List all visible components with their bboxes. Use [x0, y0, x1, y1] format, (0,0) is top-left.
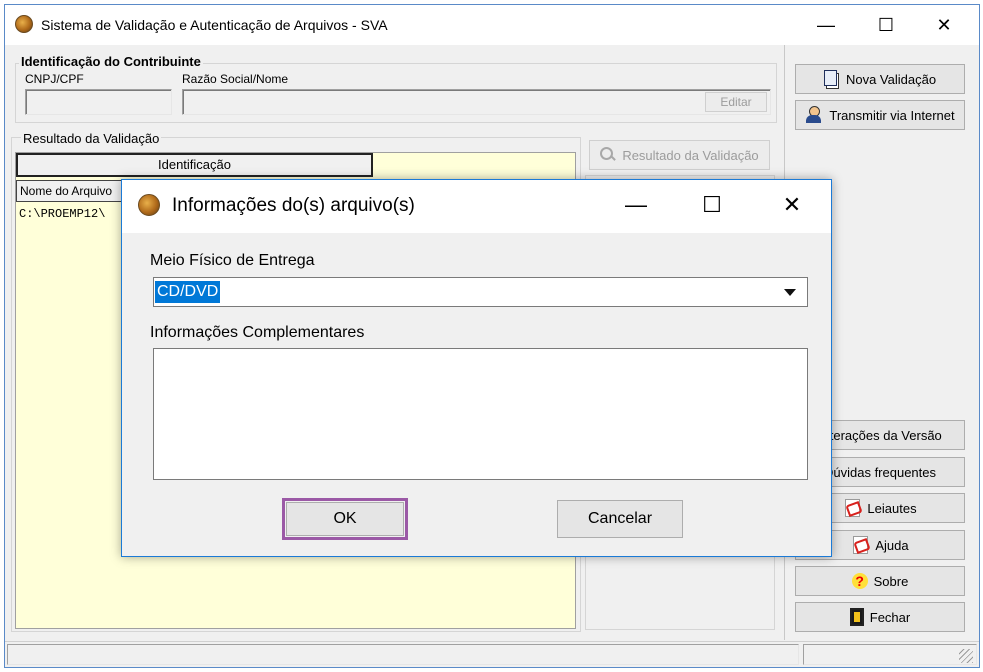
meio-fisico-value: CD/DVD	[155, 281, 221, 303]
nova-validacao-button[interactable]: Nova Validação	[795, 64, 965, 94]
dialog-maximize-button[interactable]: ☐	[692, 190, 732, 220]
chevron-down-icon[interactable]	[784, 289, 796, 296]
dialog-close-button[interactable]: ✕	[772, 190, 812, 220]
nome-arquivo-header[interactable]: Nome do Arquivo	[16, 180, 124, 202]
sobre-label: Sobre	[873, 573, 909, 589]
minimize-button[interactable]: —	[809, 13, 843, 37]
resultado-validacao-label: Resultado da Validação	[622, 147, 759, 163]
resultado-group-title: Resultado da Validação	[21, 131, 162, 146]
fechar-button[interactable]: Fechar	[795, 602, 965, 632]
file-path-cell[interactable]: C:\PROEMP12\	[19, 207, 123, 221]
main-window-title: Sistema de Validação e Autenticação de A…	[41, 17, 388, 33]
alteracoes-versao-label: Alterações da Versão	[818, 427, 942, 443]
app-logo-icon	[15, 15, 33, 33]
maximize-button[interactable]: ☐	[869, 13, 903, 37]
question-icon: ?	[851, 573, 868, 589]
leiautes-label: Leiautes	[867, 500, 917, 516]
document-icon	[823, 70, 840, 89]
meio-fisico-label: Meio Físico de Entrega	[150, 252, 315, 269]
edit-button[interactable]: Editar	[705, 92, 767, 112]
transmitir-button[interactable]: Transmitir via Internet	[795, 100, 965, 130]
close-button[interactable]: ✕	[927, 13, 961, 37]
pdf-icon	[843, 499, 861, 517]
cnpj-label: CNPJ/CPF	[25, 72, 84, 86]
ok-button[interactable]: OK	[286, 502, 404, 536]
status-panel-main	[7, 644, 799, 665]
nova-validacao-label: Nova Validação	[845, 71, 937, 87]
contribuinte-group-title: Identificação do Contribuinte	[19, 54, 203, 69]
dialog-title-bar: Informações do(s) arquivo(s) — ☐ ✕	[122, 180, 831, 233]
razao-social-field[interactable]	[182, 89, 771, 115]
main-title-bar: Sistema de Validação e Autenticação de A…	[5, 5, 979, 45]
resultado-validacao-button[interactable]: Resultado da Validação	[589, 140, 770, 170]
status-panel-secondary	[803, 644, 977, 665]
cnpj-field[interactable]	[25, 89, 172, 115]
file-info-dialog: Informações do(s) arquivo(s) — ☐ ✕ Meio …	[121, 179, 832, 557]
fechar-label: Fechar	[869, 609, 911, 625]
info-complementares-label: Informações Complementares	[150, 324, 365, 341]
ajuda-label: Ajuda	[875, 537, 909, 553]
identificacao-header[interactable]: Identificação	[16, 153, 373, 177]
dialog-minimize-button[interactable]: —	[616, 190, 656, 220]
cancel-button[interactable]: Cancelar	[557, 500, 683, 538]
dialog-title: Informações do(s) arquivo(s)	[172, 195, 415, 216]
transmitir-label: Transmitir via Internet	[829, 107, 955, 123]
duvidas-frequentes-label: Dúvidas frequentes	[823, 464, 936, 480]
exit-door-icon	[849, 608, 864, 626]
razao-social-label: Razão Social/Nome	[182, 72, 289, 86]
pdf-icon	[851, 536, 869, 554]
user-network-icon	[805, 106, 823, 124]
resize-grip[interactable]	[959, 649, 973, 663]
app-logo-icon	[138, 194, 160, 216]
info-complementares-textarea[interactable]	[153, 348, 808, 480]
sobre-button[interactable]: ? Sobre	[795, 566, 965, 596]
meio-fisico-select[interactable]: CD/DVD	[153, 277, 808, 307]
search-icon	[600, 147, 616, 163]
